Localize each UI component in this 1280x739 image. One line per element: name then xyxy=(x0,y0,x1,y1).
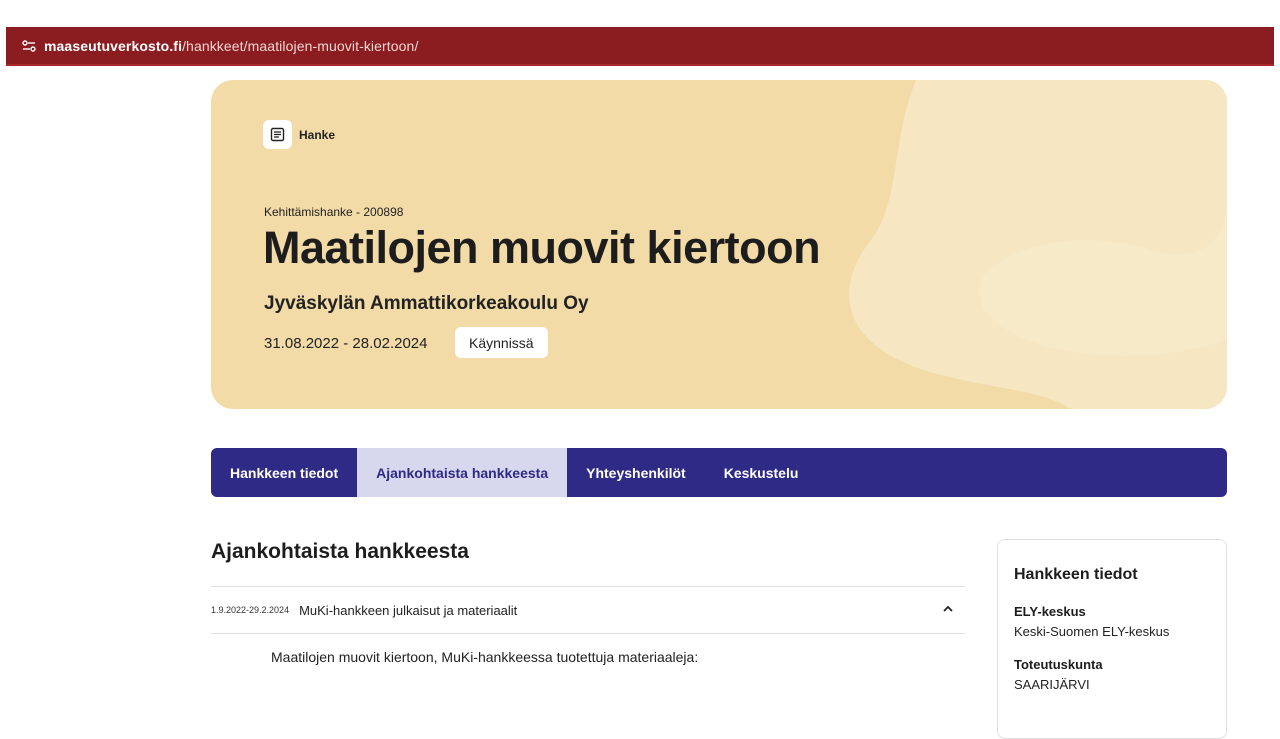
project-dates: 31.08.2022 - 28.02.2024 xyxy=(264,335,428,352)
news-accordion-header[interactable]: 1.9.2022-29.2.2024 MuKi-hankkeen julkais… xyxy=(211,587,965,633)
tab-ajankohtaista[interactable]: Ajankohtaista hankkeesta xyxy=(357,448,568,497)
page-title: Maatilojen muovit kiertoon xyxy=(263,222,821,273)
status-badge: Käynnissä xyxy=(455,327,548,358)
url-text[interactable]: maaseutuverkosto.fi/hankkeet/maatilojen-… xyxy=(44,38,418,54)
project-tabs: Hankkeen tiedot Ajankohtaista hankkeesta… xyxy=(211,448,1227,497)
project-hero: Hanke Kehittämishanke - 200898 Maatiloje… xyxy=(211,80,1227,409)
address-bar[interactable]: maaseutuverkosto.fi/hankkeet/maatilojen-… xyxy=(6,27,1274,66)
tab-keskustelu[interactable]: Keskustelu xyxy=(705,448,818,497)
ely-keskus-label: ELY-keskus xyxy=(1014,604,1086,619)
project-info-card: Hankkeen tiedot ELY-keskus Keski-Suomen … xyxy=(997,539,1227,739)
toteutuskunta-value: SAARIJÄRVI xyxy=(1014,677,1090,692)
info-card-title: Hankkeen tiedot xyxy=(1014,566,1138,583)
chevron-up-icon[interactable] xyxy=(941,602,955,616)
news-date: 1.9.2022-29.2.2024 xyxy=(211,605,290,615)
toteutuskunta-label: Toteutuskunta xyxy=(1014,657,1103,672)
ely-keskus-value: Keski-Suomen ELY-keskus xyxy=(1014,624,1170,639)
project-subtitle: Kehittämishanke - 200898 xyxy=(264,205,404,219)
section-title: Ajankohtaista hankkeesta xyxy=(211,540,469,563)
tab-hankkeen-tiedot[interactable]: Hankkeen tiedot xyxy=(211,448,357,497)
organization-name: Jyväskylän Ammattikorkeakoulu Oy xyxy=(264,293,589,314)
project-type-badge: Hanke xyxy=(263,120,335,149)
site-settings-icon[interactable] xyxy=(17,34,41,58)
url-domain: maaseutuverkosto.fi xyxy=(44,37,183,54)
news-body-text: Maatilojen muovit kiertoon, MuKi-hankkee… xyxy=(271,649,699,665)
url-path: /hankkeet/maatilojen-muovit-kiertoon/ xyxy=(182,37,419,54)
news-title: MuKi-hankkeen julkaisut ja materiaalit xyxy=(299,602,518,618)
tab-yhteyshenkilot[interactable]: Yhteyshenkilöt xyxy=(567,448,705,497)
divider xyxy=(211,633,965,634)
badge-label: Hanke xyxy=(299,127,336,142)
document-icon xyxy=(263,120,292,149)
